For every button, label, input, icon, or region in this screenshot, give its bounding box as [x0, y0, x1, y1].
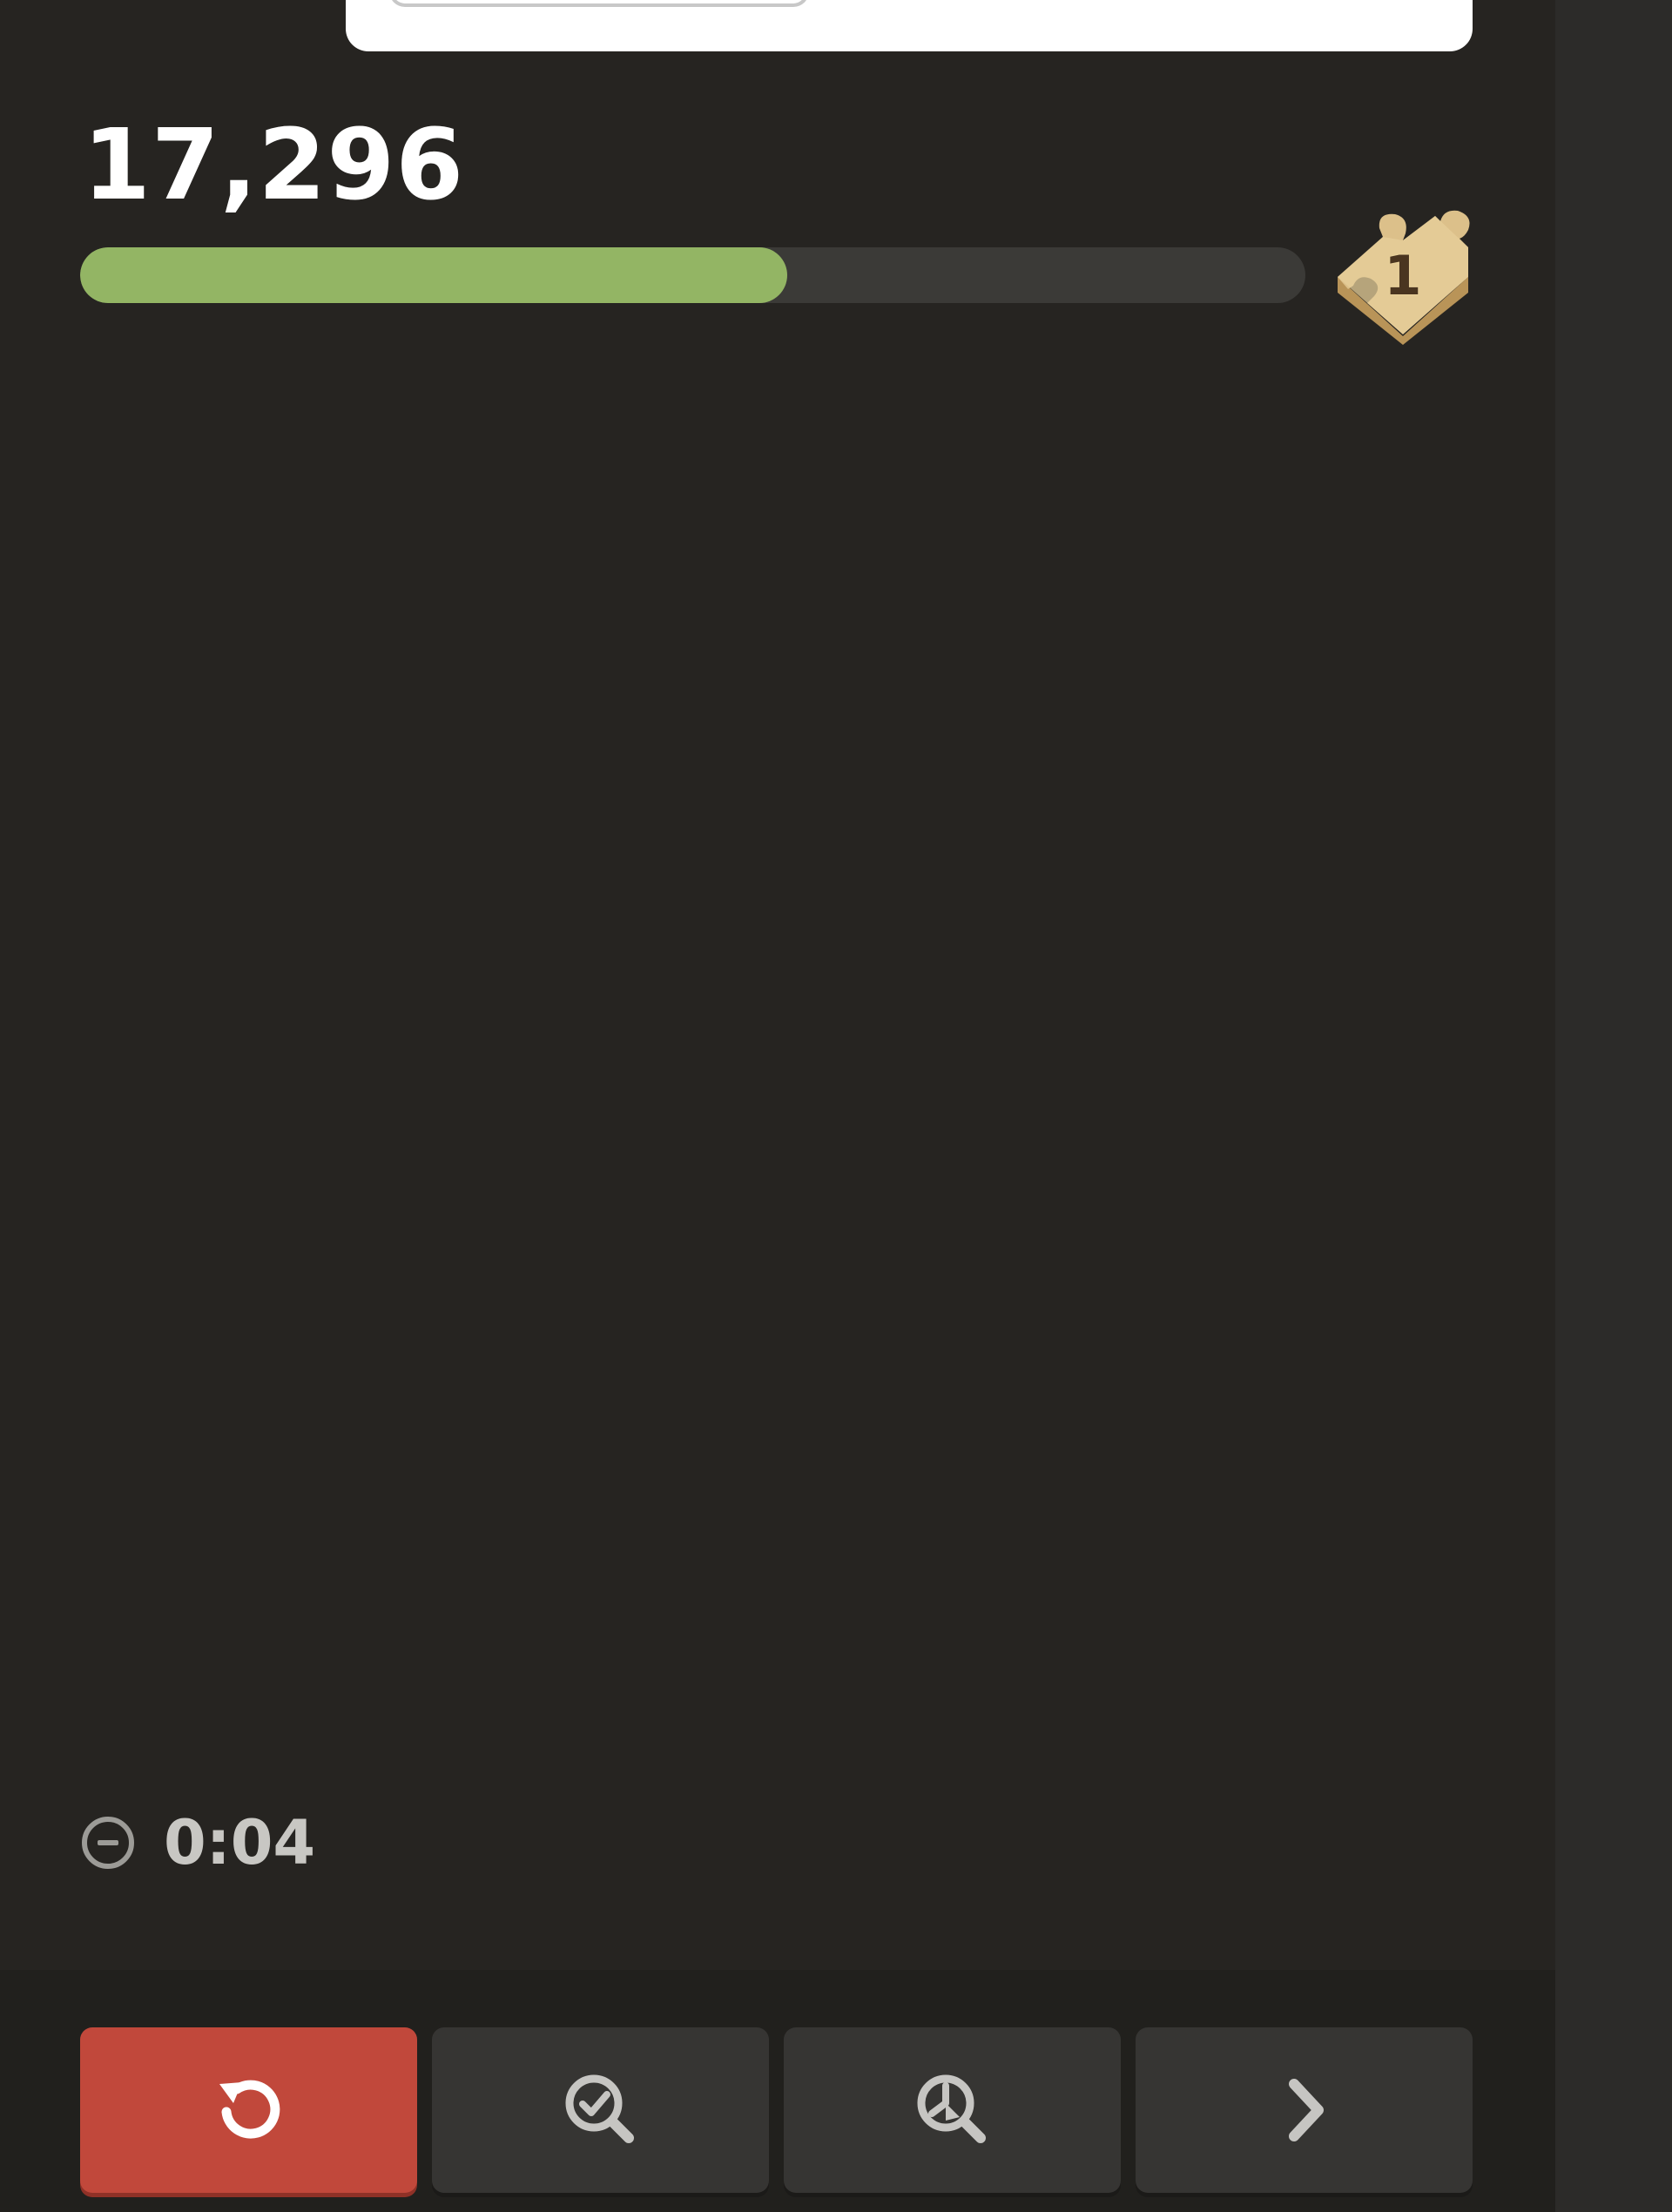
chevron-right-icon	[1288, 2079, 1324, 2141]
puzzle-streak-badge: 1	[1329, 206, 1477, 345]
retry-icon	[219, 2080, 280, 2139]
timer-value: 0:04	[164, 1807, 316, 1878]
timer: 0:04	[80, 1807, 316, 1878]
main-panel	[0, 0, 1555, 2212]
analysis-button[interactable]	[784, 2027, 1121, 2193]
rating-progress-fill	[80, 247, 787, 303]
retry-button[interactable]	[80, 2027, 417, 2193]
top-card-button[interactable]	[389, 0, 809, 7]
minus-circle-icon	[82, 1817, 134, 1869]
top-card	[346, 0, 1473, 51]
right-sidebar-strip	[1555, 0, 1672, 2212]
analysis-magnifier-icon	[917, 2074, 986, 2143]
rating-progress-track	[80, 247, 1305, 303]
puzzle-rating-score: 17,296	[83, 109, 465, 222]
next-puzzle-button[interactable]	[1136, 2027, 1473, 2193]
puzzle-streak-count: 1	[1384, 243, 1422, 307]
hint-magnifier-check-icon	[565, 2074, 634, 2143]
hint-button[interactable]	[432, 2027, 769, 2193]
